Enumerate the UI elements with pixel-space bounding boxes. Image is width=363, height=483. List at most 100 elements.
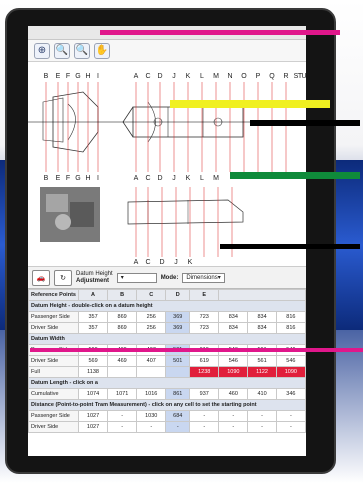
glitch-bar — [30, 348, 363, 352]
measurement-cell[interactable]: 1030 — [136, 410, 167, 422]
measurement-cell[interactable]: 1090 — [218, 366, 249, 378]
measurement-cell[interactable]: 369 — [165, 311, 191, 323]
measurement-cell[interactable]: 501 — [165, 355, 191, 367]
datum-letter: A — [134, 175, 139, 182]
measurement-cell[interactable] — [136, 366, 167, 378]
datum-letter: B — [44, 175, 49, 182]
datum-letter: E — [56, 73, 61, 80]
measurement-cell[interactable]: - — [275, 421, 306, 433]
measurement-cell[interactable]: 834 — [247, 311, 277, 323]
measurement-cell[interactable]: 546 — [218, 355, 249, 367]
app-screen: ⊕ 🔍 🔍 ✋ B E F G H I A C D J K L M N O P … — [28, 26, 306, 456]
measurement-cell[interactable]: 407 — [136, 355, 167, 367]
measurement-cell[interactable]: - — [275, 410, 306, 422]
measurement-cell[interactable]: 684 — [165, 410, 191, 422]
glitch-bar — [220, 244, 360, 249]
zoom-in-tool[interactable]: 🔍 — [54, 42, 70, 59]
row-label: Full — [28, 366, 79, 378]
measurement-cell[interactable]: 723 — [189, 311, 220, 323]
measurement-cell[interactable]: 357 — [77, 311, 109, 323]
datum-select[interactable]: ▾ — [116, 272, 157, 283]
measurement-cell[interactable]: 869 — [107, 322, 138, 334]
measurement-cell[interactable]: 256 — [136, 311, 167, 323]
measurement-cell[interactable]: - — [247, 421, 277, 433]
measurement-cell[interactable]: 561 — [247, 355, 277, 367]
measurement-cell[interactable]: 546 — [275, 355, 306, 367]
measurement-cell[interactable]: 1122 — [247, 366, 277, 378]
glitch-bar — [230, 172, 360, 179]
datum-letter: K — [186, 73, 191, 80]
zoom-out-tool[interactable]: 🔍 — [74, 42, 90, 59]
measurement-cell[interactable]: 1090 — [275, 366, 306, 378]
measurement-cell[interactable]: 369 — [165, 322, 191, 334]
measurement-cell[interactable]: 1016 — [136, 388, 167, 400]
measurement-cell[interactable]: 460 — [218, 388, 249, 400]
datum-letter: J — [172, 175, 176, 182]
measurement-cell[interactable]: 1027 — [77, 421, 109, 433]
measurement-cell[interactable]: 1238 — [189, 366, 220, 378]
measurement-cell[interactable]: 816 — [275, 311, 306, 323]
measurement-cell[interactable]: 834 — [218, 322, 249, 334]
mode-select[interactable]: Dimensions ▾ — [182, 272, 225, 283]
measurement-cell[interactable]: 357 — [77, 322, 109, 334]
measurement-cell[interactable]: 1138 — [77, 366, 109, 378]
toolbar: ⊕ 🔍 🔍 ✋ — [28, 40, 306, 62]
car-icon[interactable]: 🚗 — [32, 269, 50, 286]
measurement-cell[interactable]: 256 — [136, 322, 167, 334]
measurement-cell[interactable] — [165, 366, 191, 378]
datum-letter: A — [134, 259, 139, 266]
measurement-cell[interactable] — [107, 366, 138, 378]
measurement-cell[interactable]: 816 — [275, 322, 306, 334]
refresh-icon[interactable]: ↻ — [54, 269, 72, 286]
datum-letter: C — [145, 259, 150, 266]
datum-letter: C — [145, 175, 150, 182]
measurement-cell[interactable]: 1027 — [77, 410, 109, 422]
measurement-cell[interactable]: 569 — [77, 355, 109, 367]
glitch-bar — [250, 120, 360, 126]
datum-letter: D — [157, 73, 162, 80]
column-header: A — [77, 289, 109, 301]
measurement-cell[interactable]: - — [107, 421, 138, 433]
datum-letter: H — [85, 73, 90, 80]
mode-value: Dimensions — [186, 274, 218, 281]
measurement-cell[interactable]: - — [218, 421, 249, 433]
measurement-cell[interactable]: - — [218, 410, 249, 422]
table-row: Cumulative 1074 1071 1016 861 937 460 410 346 — [28, 388, 306, 400]
chassis-diagram: B E F G H I A C D J K L M N O P Q R S T UB E F G H I A C D J K L MA C D J K — [28, 73, 306, 266]
measurement-cell[interactable]: 1074 — [77, 388, 109, 400]
table-row: Driver Side 1027- - - - - - - — [28, 421, 306, 433]
measurement-cell[interactable]: 723 — [189, 322, 220, 334]
datum-letter: J — [172, 73, 176, 80]
zoom-fit-tool[interactable]: ⊕ — [34, 42, 50, 59]
measurement-cell[interactable]: 869 — [107, 311, 138, 323]
measurement-cell[interactable]: - — [247, 410, 277, 422]
table-section-header: Datum Height - double-click on a datum h… — [28, 300, 306, 312]
datum-letter: B — [44, 73, 49, 80]
datum-letter: D — [159, 259, 164, 266]
datum-letter: F — [66, 73, 70, 80]
measurement-cell[interactable]: 834 — [247, 322, 277, 334]
datum-letter: P — [256, 73, 261, 80]
datum-letter: G — [75, 73, 80, 80]
measurement-cell[interactable]: - — [107, 410, 138, 422]
datum-letter: I — [97, 73, 99, 80]
column-header — [218, 289, 306, 301]
measurement-cell[interactable]: - — [136, 421, 167, 433]
measurement-cell[interactable]: 1071 — [107, 388, 138, 400]
measurement-cell[interactable]: - — [189, 410, 220, 422]
frame-diagram[interactable]: BEFGHIACDJKLMNOPQRSTUBEFGHIACDJKLMACDJK — [28, 62, 306, 267]
measurement-cell[interactable]: - — [189, 421, 220, 433]
measurement-cell[interactable]: 619 — [189, 355, 220, 367]
measurement-cell[interactable]: 469 — [107, 355, 138, 367]
measurement-cell[interactable]: 937 — [189, 388, 220, 400]
datum-letter: D — [157, 175, 162, 182]
datum-letter: K — [188, 259, 193, 266]
measurement-cell[interactable]: 834 — [218, 311, 249, 323]
measurement-cell[interactable]: 346 — [275, 388, 306, 400]
pan-tool[interactable]: ✋ — [94, 42, 110, 59]
measurement-cell[interactable]: - — [165, 421, 191, 433]
row-label: Driver Side — [28, 421, 79, 433]
measurement-table-wrapper: Reference Points A B C D E Datum Height - dou… — [28, 289, 306, 433]
measurement-cell[interactable]: 861 — [165, 388, 191, 400]
measurement-cell[interactable]: 410 — [247, 388, 277, 400]
